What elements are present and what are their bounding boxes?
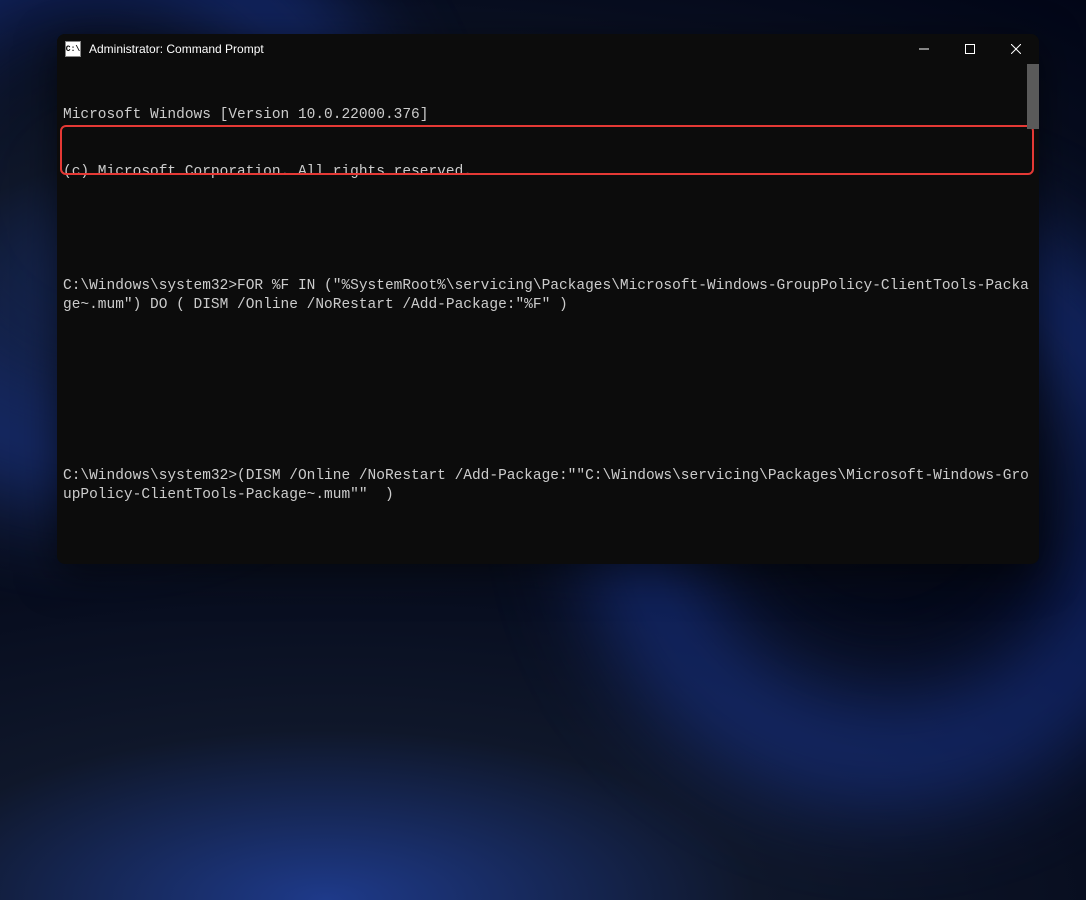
cmd-icon: C:\ <box>65 41 81 57</box>
maximize-button[interactable] <box>947 34 993 64</box>
terminal-output[interactable]: Microsoft Windows [Version 10.0.22000.37… <box>57 64 1039 564</box>
command-prompt-window: C:\ Administrator: Command Prompt Micros… <box>57 34 1039 564</box>
terminal-line <box>63 543 1033 562</box>
close-button[interactable] <box>993 34 1039 64</box>
terminal-line: C:\Windows\system32>(DISM /Online /NoRes… <box>63 467 1033 505</box>
window-controls <box>901 34 1039 64</box>
terminal-line: C:\Windows\system32>FOR %F IN ("%SystemR… <box>63 277 1033 315</box>
terminal-line: (c) Microsoft Corporation. All rights re… <box>63 163 1033 182</box>
titlebar[interactable]: C:\ Administrator: Command Prompt <box>57 34 1039 64</box>
minimize-button[interactable] <box>901 34 947 64</box>
scrollbar-thumb[interactable] <box>1027 64 1039 129</box>
terminal-line <box>63 220 1033 239</box>
window-title: Administrator: Command Prompt <box>89 42 901 56</box>
terminal-line <box>63 410 1033 429</box>
terminal-line <box>63 353 1033 372</box>
terminal-line: Microsoft Windows [Version 10.0.22000.37… <box>63 106 1033 125</box>
